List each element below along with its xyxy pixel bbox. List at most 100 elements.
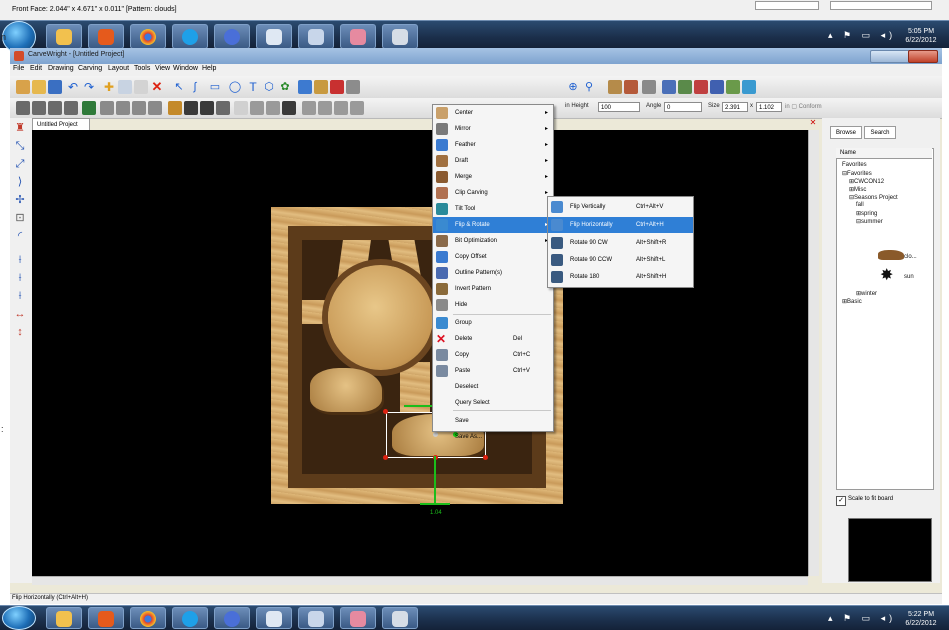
tool-l-icon[interactable] [200, 101, 214, 115]
menu-item-draft[interactable]: Draft ▸ [433, 153, 553, 169]
taskbar-itunes-button[interactable] [214, 24, 250, 49]
pattern-tool-icon[interactable]: ✿ [278, 80, 292, 94]
curve-tool-icon[interactable]: ∫ [188, 80, 202, 94]
node-tool-icon[interactable]: ⤡ [14, 140, 26, 152]
circle-tool-icon[interactable]: ◯ [228, 80, 242, 94]
menu-item-feather[interactable]: Feather ▸ [433, 137, 553, 153]
top-field-b[interactable] [830, 1, 932, 10]
dimension-tool-1-icon[interactable]: ⟊ [14, 254, 26, 266]
tool-s-icon[interactable] [318, 101, 332, 115]
tree-node[interactable]: ⊟Seasons Project [849, 194, 898, 201]
start-button[interactable] [2, 606, 36, 630]
taskbar-paint-button[interactable] [340, 24, 376, 49]
pattern-f-icon[interactable] [742, 80, 756, 94]
menu-item-merge[interactable]: Merge ▸ [433, 169, 553, 185]
horizontal-scrollbar[interactable] [32, 576, 808, 585]
tree-node[interactable]: ⊞CWCON12 [849, 178, 884, 185]
tool-f-icon[interactable] [100, 101, 114, 115]
menu-carving[interactable]: Carving [78, 65, 102, 72]
tool-c-icon[interactable] [48, 101, 62, 115]
title-bar[interactable]: CarveWright - [Untitled Project] [10, 48, 942, 64]
tab-search[interactable]: Search [864, 126, 896, 139]
menu-item-flip-rotate[interactable]: Flip & Rotate▸ [433, 217, 553, 233]
submenu-item-rotate-90-cw[interactable]: Rotate 90 CW Alt+Shift+R [548, 235, 693, 251]
angle-tool-icon[interactable]: ⟩ [14, 176, 26, 188]
menu-item-invert-pattern[interactable]: Invert Pattern [433, 281, 553, 297]
zoom-icon[interactable]: ⚲ [582, 80, 596, 94]
menu-item-bit-optimization[interactable]: Bit Optimization▸ [433, 233, 553, 249]
menu-item-query-select[interactable]: Query Select [433, 395, 553, 411]
cloud-carving[interactable] [310, 368, 382, 412]
pointer-icon[interactable]: ♜ [14, 122, 26, 134]
menu-item-group[interactable]: Group [433, 315, 553, 331]
tool-h-icon[interactable] [132, 101, 146, 115]
taskbar-chrome-button[interactable] [130, 607, 166, 629]
menu-tools[interactable]: Tools [134, 65, 150, 72]
texture-icon[interactable] [642, 80, 656, 94]
carve-icon[interactable] [314, 80, 328, 94]
submenu-item-rotate-90-ccw[interactable]: Rotate 90 CCW Alt+Shift+L [548, 252, 693, 268]
top-field-a[interactable] [755, 1, 819, 10]
rectangle-tool-icon[interactable]: ▭ [208, 80, 222, 94]
tree-node[interactable]: ⊞spring [856, 210, 877, 217]
tool-i-icon[interactable] [148, 101, 162, 115]
tray-icons[interactable]: ▴ ⚑ ▭ ◂) [828, 613, 896, 624]
conform-label[interactable]: in ▢ Conform [785, 103, 822, 110]
redo-icon[interactable]: ↷ [82, 80, 96, 94]
view-3d-icon[interactable] [298, 80, 312, 94]
add-icon[interactable]: ✚ [102, 80, 116, 94]
scale-to-fit-checkbox[interactable]: ✓ [836, 496, 846, 506]
menu-item-paste[interactable]: Paste Ctrl+V [433, 363, 553, 379]
save-icon[interactable] [48, 80, 62, 94]
tree-node[interactable]: fall [856, 202, 864, 208]
menu-item-outline-pattern-s[interactable]: Outline Pattern(s) [433, 265, 553, 281]
square-tool-icon[interactable]: ⊡ [14, 212, 26, 224]
submenu-item-flip-vertically[interactable]: Flip Vertically Ctrl+Alt+V [548, 199, 693, 215]
cut-icon[interactable] [330, 80, 344, 94]
menu-drawing[interactable]: Drawing [48, 65, 74, 72]
measure-tool-icon[interactable]: ↔ [14, 308, 26, 320]
pattern-d-icon[interactable] [710, 80, 724, 94]
dimension-tool-3-icon[interactable]: ⟊ [14, 290, 26, 302]
close-window-button[interactable] [908, 50, 938, 63]
vertical-measure-icon[interactable]: ↕ [14, 326, 26, 338]
tool-d-icon[interactable] [64, 101, 78, 115]
menu-item-save[interactable]: Save [433, 413, 553, 429]
taskbar-app-button[interactable] [298, 24, 334, 49]
close-document-icon[interactable]: ✕ [808, 118, 818, 128]
tool-q-icon[interactable] [282, 101, 296, 115]
tool-j-icon[interactable] [168, 101, 182, 115]
menu-item-copy[interactable]: Copy Ctrl+C [433, 347, 553, 363]
cross-tool-icon[interactable]: ✢ [14, 194, 26, 206]
menu-item-delete[interactable]: ✕ Delete Del [433, 331, 553, 347]
taskbar-explorer-button[interactable] [46, 607, 82, 629]
taskbar-paint-button[interactable] [340, 607, 376, 629]
taskbar-skype-button[interactable] [172, 24, 208, 49]
tree-node[interactable]: Favorites [842, 162, 867, 168]
size-width-field[interactable]: 2.391 [722, 102, 748, 112]
pattern-c-icon[interactable] [694, 80, 708, 94]
resize-handle[interactable] [483, 455, 488, 460]
tab-browse[interactable]: Browse [830, 126, 862, 139]
tool-t-icon[interactable] [334, 101, 348, 115]
open-icon[interactable] [32, 80, 46, 94]
menu-help[interactable]: Help [202, 65, 216, 72]
menu-layout[interactable]: Layout [108, 65, 129, 72]
pattern-e-icon[interactable] [726, 80, 740, 94]
text-tool-icon[interactable]: T [246, 80, 260, 94]
tool-e-icon[interactable] [82, 101, 96, 115]
menu-item-deselect[interactable]: Deselect [433, 379, 553, 395]
menu-window[interactable]: Window [173, 65, 198, 72]
menu-item-center[interactable]: Center ▸ [433, 105, 553, 121]
tool-k-icon[interactable] [184, 101, 198, 115]
tree-node[interactable]: ⊞Basic [842, 298, 862, 305]
tree-header[interactable]: Name [836, 148, 932, 159]
taskbar-notes-button[interactable] [382, 607, 418, 629]
tool-r-icon[interactable] [302, 101, 316, 115]
font-f-icon[interactable] [608, 80, 622, 94]
arc-tool-icon[interactable]: ◜ [14, 230, 26, 242]
resize-handle[interactable] [383, 409, 388, 414]
menu-edit[interactable]: Edit [30, 65, 42, 72]
taskbar-chrome-button[interactable] [130, 24, 166, 49]
font-r-icon[interactable] [624, 80, 638, 94]
